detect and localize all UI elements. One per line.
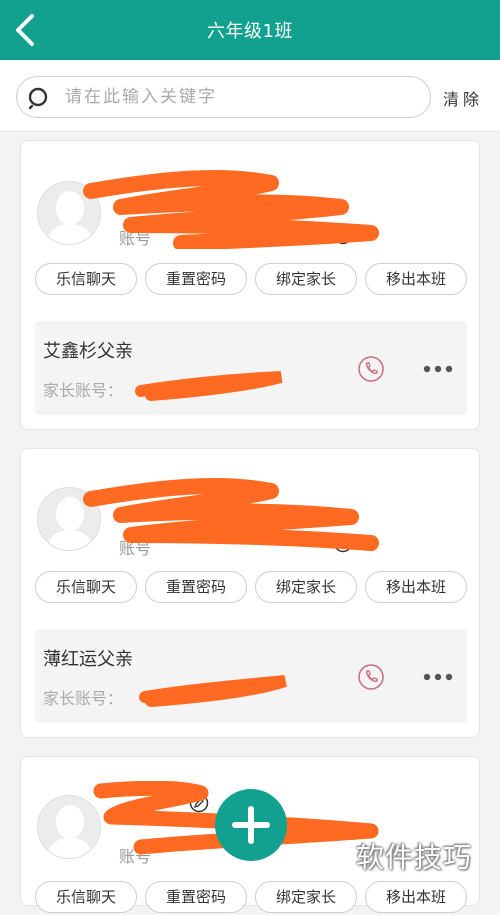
add-button[interactable]	[215, 789, 287, 861]
person-silhouette-icon	[38, 796, 100, 858]
student-account-label: 账号	[119, 847, 152, 866]
edit-icon[interactable]	[189, 793, 209, 813]
more-icon[interactable]	[421, 663, 455, 691]
edit-icon[interactable]	[333, 225, 353, 245]
student-actions: 乐信聊天 重置密码 绑定家长 移出本班	[35, 881, 467, 915]
watermark-text: 软件技巧	[356, 841, 473, 874]
student-actions: 乐信聊天 重置密码 绑定家长 移出本班	[35, 263, 467, 297]
reset-password-button[interactable]: 重置密码	[145, 881, 247, 913]
remove-from-class-button[interactable]: 移出本班	[365, 881, 467, 913]
redaction-scribble	[139, 675, 287, 707]
avatar[interactable]	[37, 795, 101, 859]
search-input[interactable]	[65, 83, 415, 111]
page-title: 六年级1班	[207, 21, 293, 42]
reset-password-button[interactable]: 重置密码	[145, 263, 247, 295]
student-account-label: 账号	[119, 229, 152, 248]
search-box[interactable]	[16, 76, 431, 118]
parent-account-label: 家长账号：	[43, 381, 124, 400]
parent-item[interactable]: 艾鑫杉父亲 家长账号：	[35, 321, 467, 415]
search-icon	[28, 87, 48, 110]
avatar[interactable]	[37, 181, 101, 245]
bind-parent-button[interactable]: 绑定家长	[255, 881, 357, 913]
parent-name: 艾鑫杉父亲	[43, 341, 133, 362]
student-card: 账号 乐信聊天 重置密码 绑定家长 移出本班 艾鑫杉父亲 家长账号：	[20, 140, 480, 430]
clear-button[interactable]: 清除	[443, 86, 483, 110]
app-header: 六年级1班	[0, 0, 500, 60]
more-icon[interactable]	[421, 355, 455, 383]
person-silhouette-icon	[38, 488, 100, 550]
parent-item[interactable]: 薄红运父亲 家长账号：	[35, 629, 467, 723]
avatar[interactable]	[37, 487, 101, 551]
phone-icon[interactable]	[357, 663, 385, 691]
bind-parent-button[interactable]: 绑定家长	[255, 263, 357, 295]
chat-button[interactable]: 乐信聊天	[35, 263, 137, 295]
student-card: 账号 乐信聊天 重置密码 绑定家长 移出本班 薄红运父亲 家长账号：	[20, 448, 480, 738]
bind-parent-button[interactable]: 绑定家长	[255, 571, 357, 603]
phone-icon[interactable]	[357, 355, 385, 383]
student-account-label: 账号	[119, 539, 152, 558]
edit-icon[interactable]	[333, 533, 353, 553]
plus-icon	[232, 806, 270, 844]
parent-account-label: 家长账号：	[43, 689, 124, 708]
parent-name: 薄红运父亲	[43, 649, 133, 670]
search-bar: 清除	[0, 60, 500, 132]
remove-from-class-button[interactable]: 移出本班	[365, 263, 467, 295]
person-silhouette-icon	[38, 182, 100, 244]
chat-button[interactable]: 乐信聊天	[35, 881, 137, 913]
chat-button[interactable]: 乐信聊天	[35, 571, 137, 603]
remove-from-class-button[interactable]: 移出本班	[365, 571, 467, 603]
redaction-scribble	[135, 371, 283, 401]
reset-password-button[interactable]: 重置密码	[145, 571, 247, 603]
watermark: 软件技巧	[344, 834, 496, 874]
student-actions: 乐信聊天 重置密码 绑定家长 移出本班	[35, 571, 467, 605]
